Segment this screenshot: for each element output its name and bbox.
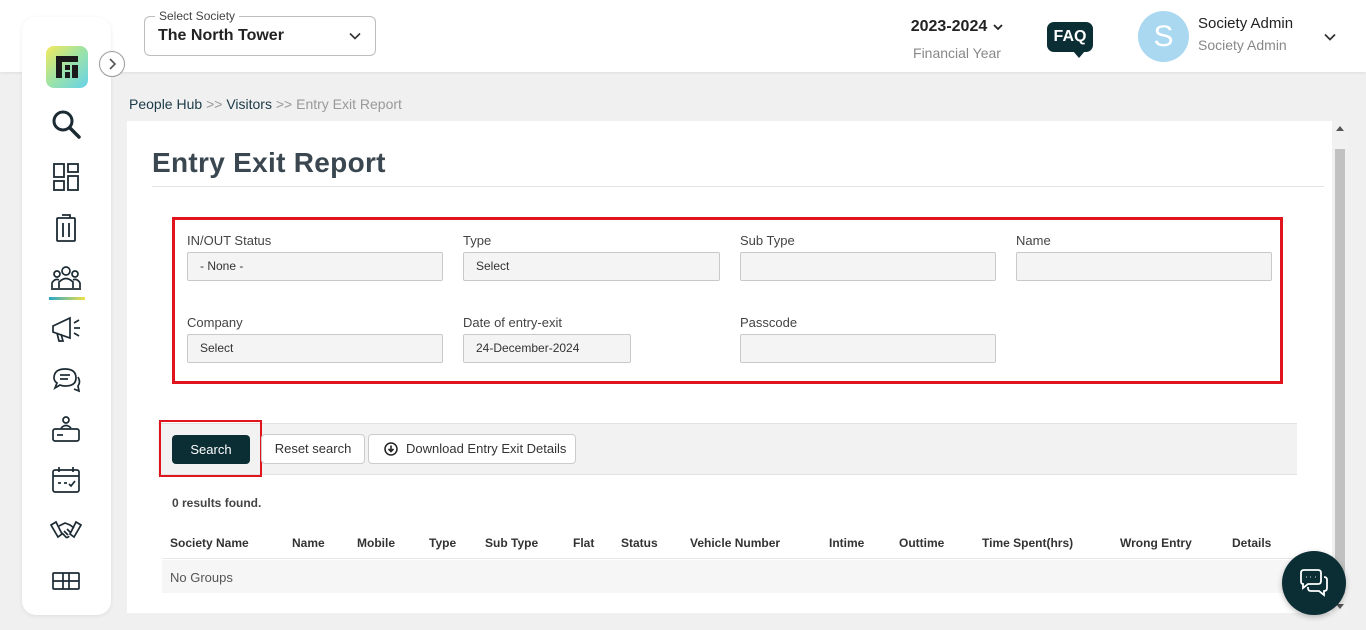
download-button-label: Download Entry Exit Details [406, 441, 567, 456]
sub-type-label: Sub Type [740, 233, 795, 248]
company-select[interactable]: Select [187, 334, 443, 363]
sub-type-input[interactable] [740, 252, 996, 281]
column-header[interactable]: Status [621, 536, 658, 550]
chevron-right-icon [109, 58, 117, 70]
handshake-icon[interactable] [50, 514, 82, 546]
society-select-label: Select Society [155, 9, 240, 23]
column-header[interactable]: Name [292, 536, 325, 550]
column-header[interactable]: Vehicle Number [690, 536, 780, 550]
breadcrumb-separator: >> [206, 96, 223, 112]
package-icon[interactable] [50, 564, 82, 596]
table-row: No Groups [162, 560, 1297, 593]
filter-panel: IN/OUT Status - None - Type Select Sub T… [172, 217, 1283, 384]
report-card: Entry Exit Report IN/OUT Status - None -… [127, 121, 1332, 613]
column-header[interactable]: Mobile [357, 536, 395, 550]
financial-year-label: Financial Year [913, 45, 1001, 61]
breadcrumb-visitors[interactable]: Visitors [226, 96, 272, 112]
page-title: Entry Exit Report [152, 147, 386, 178]
date-input[interactable]: 24-December-2024 [463, 334, 631, 363]
logo-mark-icon [56, 56, 78, 78]
search-button[interactable]: Search [172, 435, 250, 464]
society-select[interactable]: Select Society The North Tower [144, 9, 376, 56]
chat-support-button[interactable] [1282, 551, 1346, 615]
sidebar [22, 17, 111, 615]
reset-search-button[interactable]: Reset search [261, 434, 365, 464]
megaphone-icon[interactable] [50, 313, 82, 345]
chevron-down-icon [349, 32, 361, 40]
user-menu-chevron-icon[interactable] [1323, 30, 1337, 44]
table-header: Society Name Name Mobile Type Sub Type F… [162, 533, 1297, 559]
calendar-icon[interactable] [50, 464, 82, 496]
breadcrumb-people-hub[interactable]: People Hub [129, 96, 202, 112]
in-out-status-label: IN/OUT Status [187, 233, 272, 248]
passcode-input[interactable] [740, 334, 996, 363]
column-header[interactable]: Outtime [899, 536, 944, 550]
user-name[interactable]: Society Admin [1198, 15, 1293, 32]
search-icon[interactable] [50, 108, 82, 140]
download-icon [384, 442, 398, 456]
scroll-up-arrow-icon[interactable] [1336, 126, 1344, 131]
financial-year-value: 2023-2024 [910, 18, 988, 35]
helpdesk-icon[interactable] [50, 414, 82, 446]
type-select[interactable]: Select [463, 252, 720, 281]
society-select-value: The North Tower [158, 27, 284, 44]
column-header[interactable]: Wrong Entry [1120, 536, 1192, 550]
avatar[interactable]: S [1138, 11, 1189, 62]
type-label: Type [463, 233, 492, 248]
column-header[interactable]: Time Spent(hrs) [982, 536, 1073, 550]
breadcrumb-current: Entry Exit Report [296, 96, 402, 112]
column-header[interactable]: Sub Type [485, 536, 538, 550]
column-header[interactable]: Society Name [170, 536, 249, 550]
name-label: Name [1016, 233, 1051, 248]
breadcrumb: People Hub >> Visitors >> Entry Exit Rep… [129, 96, 402, 112]
in-out-status-select[interactable]: - None - [187, 252, 443, 281]
app-logo[interactable] [46, 46, 88, 88]
scrollbar-thumb[interactable] [1335, 149, 1345, 594]
name-input[interactable] [1016, 252, 1272, 281]
breadcrumb-separator: >> [275, 96, 293, 112]
financial-year-selector[interactable]: 2023-2024 Financial Year [898, 18, 1016, 61]
company-label: Company [187, 315, 243, 330]
dashboard-icon[interactable] [50, 161, 82, 193]
active-nav-indicator [49, 297, 85, 300]
top-bar: Select Society The North Tower 2023-2024… [0, 0, 1366, 72]
column-header[interactable]: Details [1232, 536, 1271, 550]
chat-bubbles-icon [1300, 569, 1328, 597]
column-header[interactable]: Intime [829, 536, 864, 550]
faq-button[interactable]: FAQ [1047, 22, 1093, 58]
results-summary: 0 results found. [172, 496, 262, 510]
date-label: Date of entry-exit [463, 315, 562, 330]
passcode-label: Passcode [740, 315, 798, 330]
building-icon[interactable] [50, 212, 82, 244]
empty-message: No Groups [170, 570, 233, 585]
scrollbar[interactable] [1333, 121, 1347, 613]
column-header[interactable]: Type [429, 536, 456, 550]
sidebar-expand-button[interactable] [99, 51, 125, 77]
download-entry-exit-button[interactable]: Download Entry Exit Details [368, 434, 576, 464]
divider [152, 186, 1324, 187]
people-icon[interactable] [50, 262, 82, 294]
chat-icon[interactable] [50, 364, 82, 396]
column-header[interactable]: Flat [573, 536, 594, 550]
chevron-down-icon [993, 24, 1003, 31]
user-role: Society Admin [1198, 37, 1287, 53]
